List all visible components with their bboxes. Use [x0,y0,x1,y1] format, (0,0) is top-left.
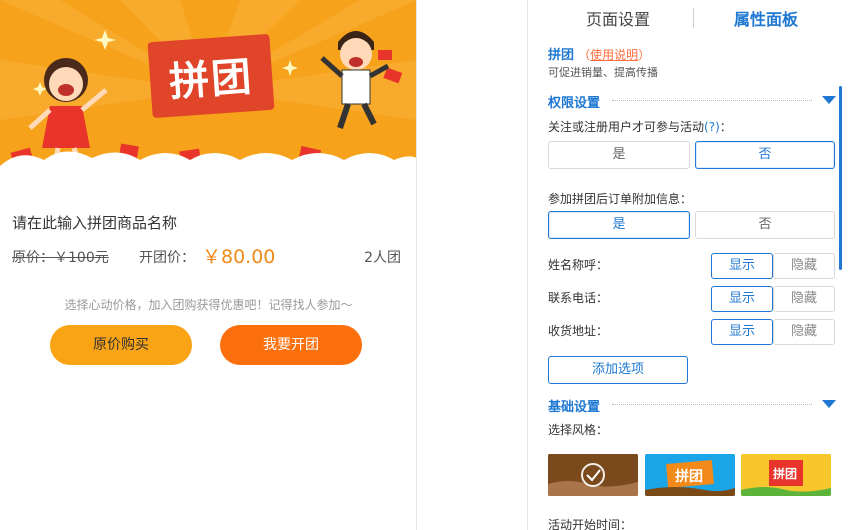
properties-panel: 页面设置 属性面板 拼团 （使用说明） 可促进销量、提高传播 权限设置 关注或注… [528,0,858,530]
banner-title-badge: 拼团 [147,33,275,119]
style-thumb-2-text: 拼团 [675,469,703,485]
help-question-icon[interactable]: (?) [704,120,720,134]
field-name-hide[interactable]: 隐藏 [773,253,835,279]
start-group-button[interactable]: 我要开团 [220,325,362,365]
app-root: 拼团 请在此输入拼团商品名称 原价：￥100元 开团价： ￥80.00 2人团 … [0,0,858,530]
basic-section-title: 基础设置 [548,400,601,415]
group-price-label: 开团价： [139,250,195,266]
style-label: 选择风格： [548,423,609,437]
section-divider [612,404,812,405]
buy-original-button[interactable]: 原价购买 [50,325,192,365]
order-info-yes-option[interactable]: 是 [548,211,690,239]
field-name-show[interactable]: 显示 [711,253,773,279]
basic-section-header[interactable]: 基础设置 [548,396,836,415]
field-address-show[interactable]: 显示 [711,319,773,345]
collapse-arrow-icon[interactable] [822,400,836,408]
hint-text: 选择心动价格，加入团购获得优惠吧！记得找人参加～ [64,298,353,312]
canvas-gap [418,0,528,530]
boy-illustration [320,31,392,129]
collapse-arrow-icon[interactable] [822,96,836,104]
style-thumb-3-text: 拼团 [773,467,798,481]
help-close-paren: ） [638,48,651,62]
permission-question: 关注或注册用户才可参与活动(?)： [548,118,732,135]
style-option-1[interactable] [548,454,638,496]
style-option-3[interactable]: 拼团 [741,454,831,496]
permissions-section-title: 权限设置 [548,96,601,111]
component-title: 拼团 [548,48,575,63]
team-size: 2人团 [364,250,401,266]
field-phone-hide[interactable]: 隐藏 [773,286,835,312]
product-name[interactable]: 请在此输入拼团商品名称 [12,212,177,233]
group-buy-banner: 拼团 [0,0,416,178]
help-open-paren: （ [578,48,591,62]
start-time-label: 活动开始时间： [548,518,633,530]
section-divider [612,100,812,101]
banner-title: 拼团 [167,54,255,106]
field-phone-show[interactable]: 显示 [711,286,773,312]
order-info-question: 参加拼团后订单附加信息： [548,192,693,206]
price-row: 原价：￥100元 开团价： ￥80.00 2人团 [12,244,407,268]
help-link[interactable]: 使用说明 [590,48,638,62]
field-phone-label: 联系电话： [548,291,609,305]
tab-page-settings[interactable]: 页面设置 [586,6,650,30]
permission-yes-option[interactable]: 是 [548,141,690,169]
field-address-hide[interactable]: 隐藏 [773,319,835,345]
tab-properties[interactable]: 属性面板 [734,6,798,30]
clouds-decoration [0,151,416,178]
field-address-label: 收货地址： [548,324,609,338]
style-option-2[interactable]: 拼团 [645,454,735,496]
order-info-no-option[interactable]: 否 [695,211,835,239]
tab-separator [693,8,694,28]
panel-tabs: 页面设置 属性面板 [528,0,858,36]
component-title-row: 拼团 （使用说明） [548,44,650,63]
style-thumb-1-art [548,454,638,496]
preview-panel: 拼团 请在此输入拼团商品名称 原价：￥100元 开团价： ￥80.00 2人团 … [0,0,417,530]
permissions-section-header[interactable]: 权限设置 [548,92,836,111]
permission-question-text: 关注或注册用户才可参与活动 [548,120,705,134]
help-wrapper: （使用说明） [578,48,650,62]
field-name-label: 姓名称呼： [548,258,609,272]
permission-no-option[interactable]: 否 [695,141,835,169]
permission-colon: ： [719,120,732,134]
component-subtitle: 可促进销量、提高传播 [548,66,658,79]
add-option-button[interactable]: 添加选项 [548,356,688,384]
panel-scrollbar[interactable] [839,86,842,270]
group-price: ￥80.00 [202,246,276,268]
original-price: 原价：￥100元 [12,250,109,266]
